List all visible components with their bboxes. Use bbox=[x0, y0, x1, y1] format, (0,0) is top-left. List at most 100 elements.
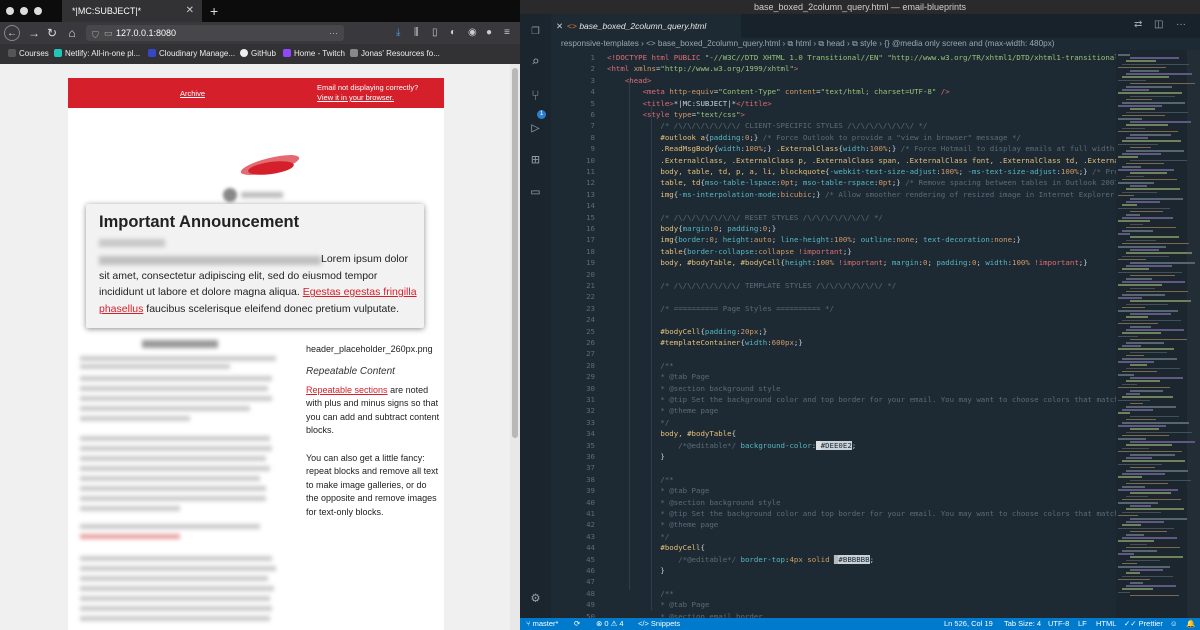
problems-status[interactable]: ⊗ 0 ⚠ 4 bbox=[596, 618, 624, 630]
code-line[interactable]: 9 .ReadMsgBody{width:100%;} .ExternalCla… bbox=[551, 143, 1116, 154]
code-line[interactable]: 1 <!DOCTYPE html PUBLIC "-//W3C//DTD XHTM… bbox=[551, 52, 1116, 63]
code-line[interactable]: 7 /* /\/\/\/\/\/\/\/ CLIENT-SPECIFIC STY… bbox=[551, 120, 1116, 131]
gear-icon[interactable]: ⚙ bbox=[527, 590, 544, 607]
code-line[interactable]: 35 /*@editable*/ background-color:█#DEE0… bbox=[551, 440, 1116, 451]
grammarly-icon[interactable]: ● bbox=[486, 25, 492, 41]
code-line[interactable]: 43 */ bbox=[551, 531, 1116, 542]
bookmark-courses[interactable]: Courses bbox=[8, 44, 49, 64]
code-line[interactable]: 48 /** bbox=[551, 588, 1116, 599]
bookmark-netlify[interactable]: Netlify: All-in-one pl... bbox=[54, 44, 140, 64]
code-line[interactable]: 37 bbox=[551, 462, 1116, 473]
feedback-icon[interactable]: ☺ bbox=[1170, 618, 1178, 630]
code-line[interactable]: 10 .ExternalClass, .ExternalClass p, .Ex… bbox=[551, 155, 1116, 166]
code-line[interactable]: 27 bbox=[551, 348, 1116, 359]
code-line[interactable]: 49 * @tab Page bbox=[551, 599, 1116, 610]
code-line[interactable]: 13 img{-ms-interpolation-mode:bicubic;} … bbox=[551, 189, 1116, 200]
code-line[interactable]: 3 <head> bbox=[551, 75, 1116, 86]
tab-size[interactable]: Tab Size: 4 bbox=[1004, 618, 1041, 630]
extensions-icon[interactable]: ⊞ bbox=[527, 152, 544, 169]
reload-button[interactable]: ↻ bbox=[44, 25, 60, 41]
formatter-status[interactable]: ✓✓ Prettier bbox=[1124, 618, 1163, 630]
language-mode[interactable]: HTML bbox=[1096, 618, 1116, 630]
code-line[interactable]: 46 } bbox=[551, 565, 1116, 576]
page-info-icon[interactable]: ▭ bbox=[104, 25, 113, 41]
new-tab-icon[interactable]: + bbox=[210, 0, 218, 22]
code-line[interactable]: 12 table, td{mso-table-lspace:0pt; mso-t… bbox=[551, 177, 1116, 188]
code-line[interactable]: 21 /* /\/\/\/\/\/\/\/ TEMPLATE STYLES /\… bbox=[551, 280, 1116, 291]
folder-icon[interactable]: ▭ bbox=[527, 184, 544, 201]
more-icon[interactable]: ··· bbox=[329, 25, 338, 41]
code-line[interactable]: 41 * @tip Set the background color and t… bbox=[551, 508, 1116, 519]
code-line[interactable]: 15 /* /\/\/\/\/\/\/\/ RESET STYLES /\/\/… bbox=[551, 212, 1116, 223]
code-line[interactable]: 44 #bodyCell{ bbox=[551, 542, 1116, 553]
search-icon[interactable]: ⌕ bbox=[527, 54, 544, 71]
close-icon[interactable]: ✕ bbox=[556, 14, 563, 38]
editor-scrollbar[interactable] bbox=[1187, 50, 1200, 618]
code-line[interactable]: 4 <meta http-equiv="Content-Type" conten… bbox=[551, 86, 1116, 97]
code-area[interactable]: 1 <!DOCTYPE html PUBLIC "-//W3C//DTD XHTM… bbox=[551, 50, 1116, 618]
more-actions-icon[interactable]: ··· bbox=[1176, 19, 1186, 30]
code-line[interactable]: 32 * @theme page bbox=[551, 405, 1116, 416]
bookmark-cloudinary[interactable]: Cloudinary Manage... bbox=[148, 44, 235, 64]
code-line[interactable]: 2 <html xmlns="http://www.w3.org/1999/xht… bbox=[551, 63, 1116, 74]
repeatable-sections-link[interactable]: Repeatable sections bbox=[306, 385, 388, 395]
extension-icon[interactable]: ◉ bbox=[468, 25, 477, 41]
shield-extension-icon[interactable]: ◐ bbox=[450, 25, 456, 41]
code-line[interactable]: 18 table{border-collapse:collapse !impor… bbox=[551, 246, 1116, 257]
code-line[interactable]: 40 * @section background style bbox=[551, 497, 1116, 508]
breadcrumb[interactable]: responsive-templates › <> base_boxed_2co… bbox=[551, 38, 1200, 50]
library-icon[interactable]: ⫼ bbox=[414, 25, 419, 41]
code-line[interactable]: 16 body{margin:0; padding:0;} bbox=[551, 223, 1116, 234]
line-ending[interactable]: LF bbox=[1078, 618, 1087, 630]
code-line[interactable]: 22 bbox=[551, 291, 1116, 302]
code-line[interactable]: 17 img{border:0; height:auto; line-heigh… bbox=[551, 234, 1116, 245]
code-line[interactable]: 30 * @section background style bbox=[551, 383, 1116, 394]
code-line[interactable]: 5 <title>*|MC:SUBJECT|*</title> bbox=[551, 98, 1116, 109]
code-line[interactable]: 24 bbox=[551, 314, 1116, 325]
code-line[interactable]: 6 <style type="text/css"> bbox=[551, 109, 1116, 120]
code-line[interactable]: 42 * @theme page bbox=[551, 519, 1116, 530]
page-scrollbar[interactable] bbox=[510, 64, 520, 630]
code-line[interactable]: 29 * @tab Page bbox=[551, 371, 1116, 382]
code-line[interactable]: 34 body, #bodyTable{ bbox=[551, 428, 1116, 439]
run-debug-icon[interactable]: ▷ bbox=[527, 120, 544, 137]
code-line[interactable]: 23 /* ========== Page Styles ========== … bbox=[551, 303, 1116, 314]
explorer-icon[interactable]: ❐ bbox=[527, 22, 544, 39]
split-editor-icon[interactable]: ◫ bbox=[1154, 19, 1163, 30]
cursor-position[interactable]: Ln 526, Col 19 bbox=[944, 618, 993, 630]
shield-icon[interactable]: ⛉ bbox=[92, 27, 99, 43]
code-line[interactable]: 14 bbox=[551, 200, 1116, 211]
snippets-status[interactable]: </> Snippets bbox=[638, 618, 680, 630]
editor-tab-active[interactable]: ✕ <> base_boxed_2column_query.html bbox=[551, 14, 741, 38]
close-tab-icon[interactable]: ✕ bbox=[186, 0, 194, 22]
scrollbar-thumb[interactable] bbox=[512, 68, 518, 438]
source-control-icon[interactable]: ⑂ bbox=[527, 88, 544, 105]
sidebar-icon[interactable]: ▯ bbox=[432, 25, 438, 41]
encoding[interactable]: UTF-8 bbox=[1048, 618, 1069, 630]
code-line[interactable]: 20 bbox=[551, 269, 1116, 280]
code-line[interactable]: 26 #templateContainer{width:600px;} bbox=[551, 337, 1116, 348]
minimize-window-icon[interactable] bbox=[20, 7, 28, 15]
download-icon[interactable]: ⤓ bbox=[396, 25, 400, 41]
back-button[interactable]: ← bbox=[4, 25, 20, 41]
address-bar[interactable]: ⛉ ▭ 127.0.0.1:8080 ··· bbox=[86, 25, 344, 41]
home-icon[interactable]: ⌂ bbox=[64, 25, 80, 41]
code-line[interactable]: 25 #bodyCell{padding:20px;} bbox=[551, 326, 1116, 337]
notifications-icon[interactable]: 🔔 bbox=[1186, 618, 1195, 630]
code-line[interactable]: 28 /** bbox=[551, 360, 1116, 371]
sync-icon[interactable]: ⟳ bbox=[574, 618, 580, 630]
archive-link[interactable]: Archive bbox=[180, 89, 205, 98]
open-changes-icon[interactable]: ⇄ bbox=[1134, 19, 1142, 30]
browser-tab[interactable]: *|MC:SUBJECT|* ✕ bbox=[62, 0, 202, 22]
view-in-browser-link[interactable]: View it in your browser. bbox=[317, 93, 394, 102]
forward-button[interactable]: → bbox=[26, 25, 42, 41]
maximize-window-icon[interactable] bbox=[34, 7, 42, 15]
code-line[interactable]: 19 body, #bodyTable, #bodyCell{height:10… bbox=[551, 257, 1116, 268]
code-line[interactable]: 33 */ bbox=[551, 417, 1116, 428]
code-line[interactable]: 45 /*@editable*/ border-top:4px solid █#… bbox=[551, 554, 1116, 565]
code-line[interactable]: 39 * @tab Page bbox=[551, 485, 1116, 496]
code-line[interactable]: 8 #outlook a{padding:0;} /* Force Outloo… bbox=[551, 132, 1116, 143]
code-line[interactable]: 11 body, table, td, p, a, li, blockquote… bbox=[551, 166, 1116, 177]
close-window-icon[interactable] bbox=[6, 7, 14, 15]
code-line[interactable]: 38 /** bbox=[551, 474, 1116, 485]
